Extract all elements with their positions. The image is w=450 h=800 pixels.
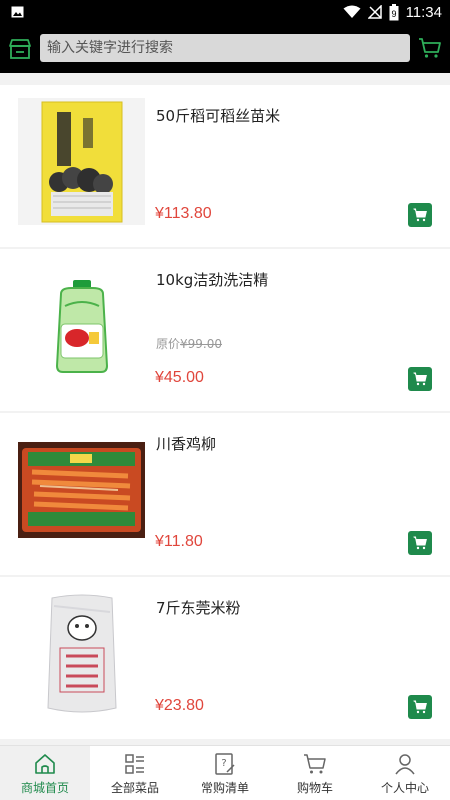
frequent-list-icon: ? xyxy=(215,753,235,775)
store-icon[interactable] xyxy=(8,38,32,60)
product-image[interactable] xyxy=(18,262,145,389)
detergent-bottle-image xyxy=(55,279,108,373)
tab-all-dishes[interactable]: 全部菜品 xyxy=(90,746,180,800)
tab-label: 购物车 xyxy=(296,781,333,795)
add-to-cart-button[interactable] xyxy=(408,531,432,555)
cart-icon xyxy=(413,372,427,386)
product-item[interactable]: 7斤东莞米粉 ¥23.80 xyxy=(0,577,450,739)
category-list-icon xyxy=(125,754,144,774)
product-item[interactable]: 50斤稻可稻丝苗米 ¥113.80 xyxy=(0,85,450,247)
rice-noodle-bag-image xyxy=(46,594,117,712)
add-to-cart-button[interactable] xyxy=(408,367,432,391)
product-price: ¥11.80 xyxy=(155,533,203,550)
product-price: ¥113.80 xyxy=(155,205,212,222)
product-price: ¥45.00 xyxy=(155,369,204,386)
product-name: 川香鸡柳 xyxy=(156,435,217,453)
search-input[interactable]: 输入关键字进行搜索 xyxy=(40,34,410,62)
product-item[interactable]: 10kg洁劲洗洁精 原价¥99.00 ¥45.00 xyxy=(0,249,450,411)
wifi-icon xyxy=(343,5,361,18)
top-bar: 输入关键字进行搜索 xyxy=(0,24,450,73)
tab-label: 个人中心 xyxy=(380,781,429,795)
tab-profile[interactable]: 个人中心 xyxy=(360,746,450,800)
cart-icon xyxy=(413,700,427,714)
tab-cart[interactable]: 购物车 xyxy=(270,746,360,800)
product-image[interactable] xyxy=(18,98,145,225)
bottom-tab-bar: 商城首页 全部菜品 ? 常购清单 购物车 个人中心 xyxy=(0,745,450,800)
product-item[interactable]: 川香鸡柳 ¥11.80 xyxy=(0,413,450,575)
product-price: ¥23.80 xyxy=(155,697,204,714)
status-bar: 9 11:34 xyxy=(0,0,450,24)
original-price-label: 原价 xyxy=(156,337,181,351)
tab-label: 全部菜品 xyxy=(110,781,159,795)
person-icon xyxy=(395,754,415,775)
product-name: 7斤东莞米粉 xyxy=(156,599,241,617)
original-price-value: ¥99.00 xyxy=(180,337,223,351)
tab-label: 常购清单 xyxy=(200,781,249,795)
product-image[interactable] xyxy=(18,590,145,717)
product-image[interactable] xyxy=(18,426,145,553)
chicken-strips-pack-image xyxy=(18,441,145,538)
status-time: 11:34 xyxy=(405,3,442,21)
tab-frequent-list[interactable]: ? 常购清单 xyxy=(180,746,270,800)
cart-icon xyxy=(304,754,326,774)
rice-bag-image xyxy=(41,101,122,222)
product-list[interactable]: 50斤稻可稻丝苗米 ¥113.80 10kg洁劲洗洁精 原价¥99.00 ¥45… xyxy=(0,73,450,745)
original-price: 原价¥99.00 xyxy=(156,335,222,352)
product-name: 10kg洁劲洗洁精 xyxy=(156,271,269,289)
product-name: 50斤稻可稻丝苗米 xyxy=(156,107,281,125)
image-notification-icon xyxy=(11,6,24,18)
home-icon xyxy=(35,754,55,774)
battery-level: 9 xyxy=(391,9,396,19)
no-signal-icon xyxy=(367,5,382,19)
cart-icon xyxy=(413,208,427,222)
add-to-cart-button[interactable] xyxy=(408,203,432,227)
cart-icon[interactable] xyxy=(418,36,442,60)
add-to-cart-button[interactable] xyxy=(408,695,432,719)
battery-icon: 9 xyxy=(389,3,399,20)
cart-icon xyxy=(413,536,427,550)
svg-text:?: ? xyxy=(221,758,226,769)
tab-label: 商城首页 xyxy=(20,781,69,795)
tab-home[interactable]: 商城首页 xyxy=(0,746,90,800)
